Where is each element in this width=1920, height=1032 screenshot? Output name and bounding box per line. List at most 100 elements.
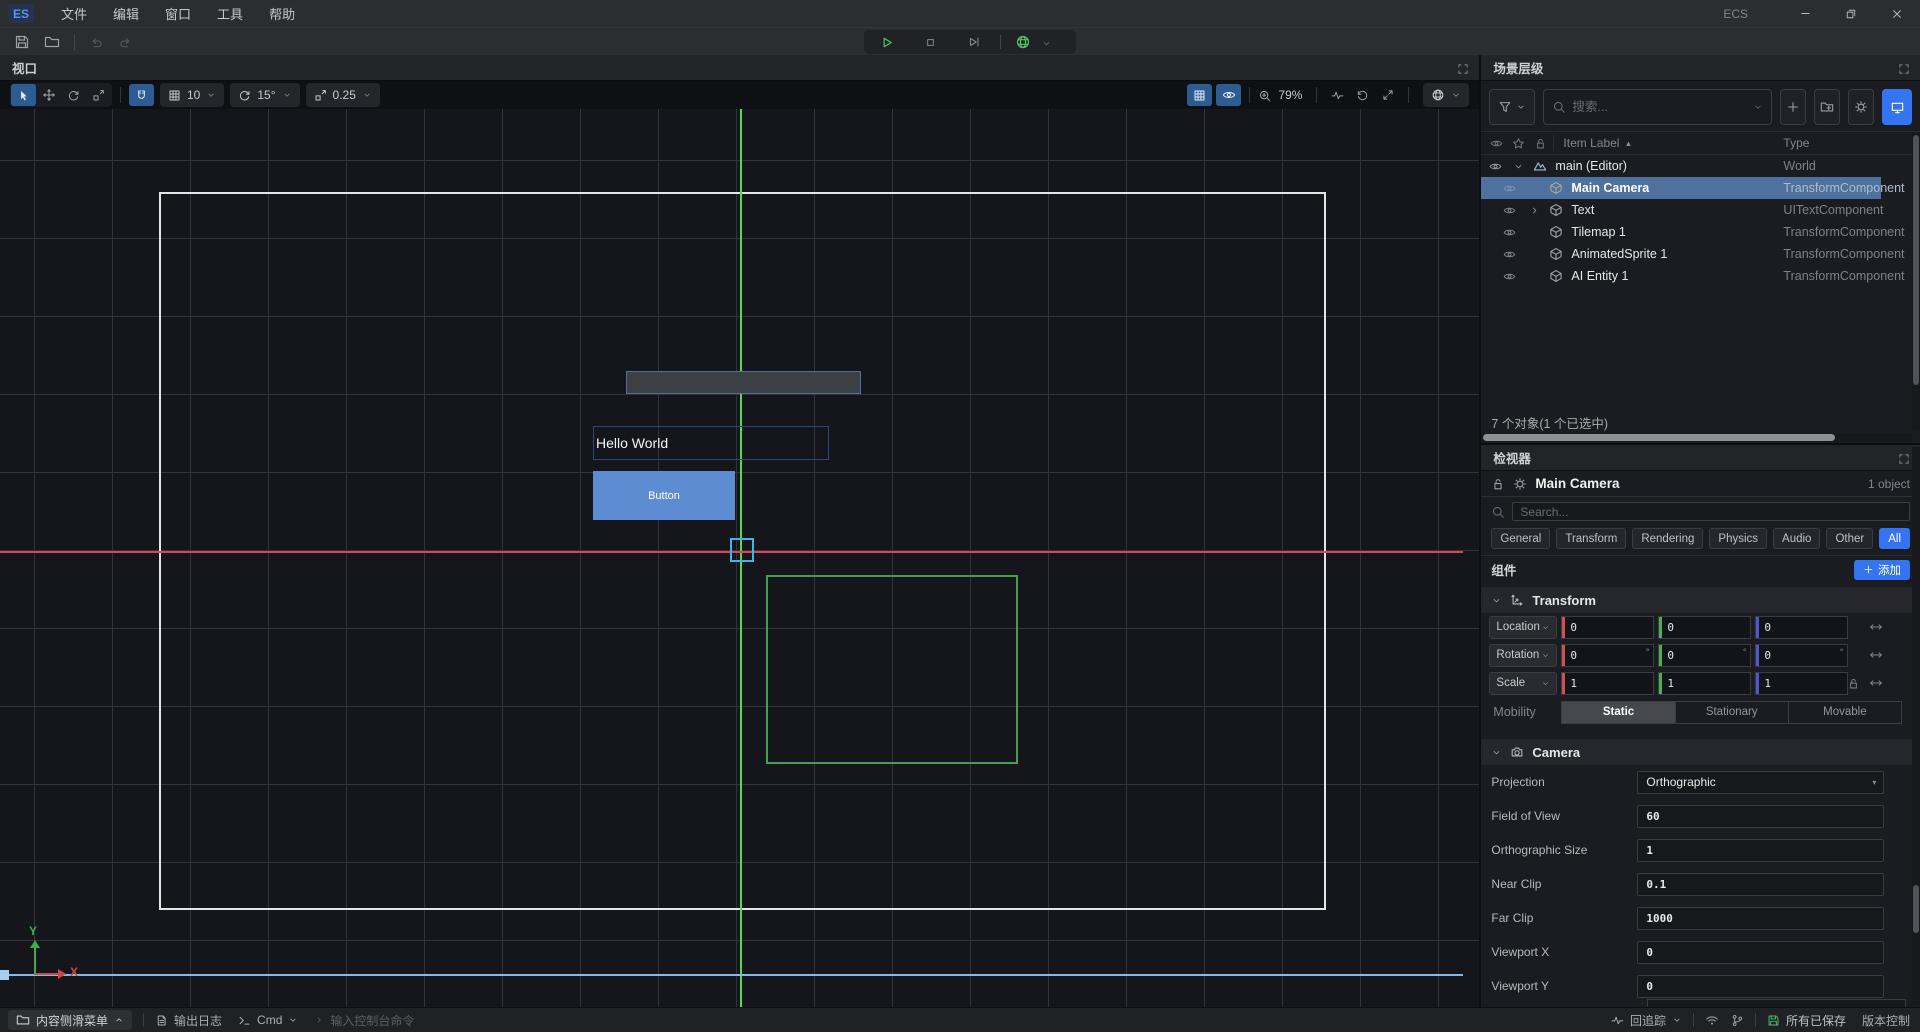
tree-row-label[interactable]: Main Camera	[1571, 181, 1649, 195]
version-control-button[interactable]: 版本控制	[1862, 1012, 1910, 1029]
visibility-toggle-button[interactable]	[1216, 84, 1241, 106]
scene-text-object[interactable]: Hello World	[593, 426, 829, 460]
gear-icon[interactable]	[1513, 477, 1527, 491]
scene-button-object[interactable]: Button	[593, 471, 735, 520]
zoom-icon[interactable]	[1258, 87, 1272, 103]
tab-other[interactable]: Other	[1826, 528, 1873, 549]
link-axes-icon[interactable]	[1869, 648, 1883, 662]
add-entity-button[interactable]	[1780, 89, 1806, 125]
add-component-button[interactable]: 添加	[1854, 560, 1910, 580]
inspector-fullscreen-icon[interactable]	[1898, 450, 1910, 465]
reset-view-button[interactable]	[1350, 84, 1375, 106]
eye-column-icon[interactable]	[1490, 137, 1503, 150]
tree-row-ai-entity[interactable]: AI Entity 1 TransformComponent	[1481, 265, 1920, 287]
filter-button[interactable]	[1489, 89, 1535, 125]
cmd-dropdown[interactable]: Cmd	[238, 1013, 298, 1027]
tree-row-label[interactable]: AI Entity 1	[1571, 269, 1628, 283]
open-folder-icon[interactable]	[44, 33, 60, 50]
content-drawer-button[interactable]: 内容侧滑菜单	[8, 1010, 132, 1030]
tab-general[interactable]: General	[1491, 528, 1550, 549]
select-tool-button[interactable]	[11, 84, 36, 106]
guide-line-handle[interactable]	[0, 970, 9, 980]
redo-icon[interactable]	[118, 33, 133, 49]
eye-icon[interactable]	[1503, 270, 1516, 283]
stats-toggle-button[interactable]	[1325, 84, 1350, 106]
rotate-tool-button[interactable]	[61, 84, 86, 106]
selection-gizmo-square[interactable]	[730, 538, 754, 562]
eye-icon[interactable]	[1503, 226, 1516, 239]
location-z-field[interactable]	[1759, 621, 1847, 634]
tab-transform[interactable]: Transform	[1556, 528, 1626, 549]
network-icon[interactable]	[1705, 1013, 1719, 1028]
menu-tools[interactable]: 工具	[204, 0, 256, 27]
tree-row-world[interactable]: main (Editor) World	[1481, 155, 1920, 177]
camera-section-header[interactable]: Camera	[1481, 739, 1920, 765]
tree-row-text[interactable]: Text UITextComponent	[1481, 199, 1920, 221]
app-logo[interactable]: ES	[8, 4, 34, 23]
link-axes-icon[interactable]	[1869, 676, 1883, 690]
new-folder-button[interactable]	[1814, 89, 1840, 125]
menu-edit[interactable]: 编辑	[100, 0, 152, 27]
scene-canvas[interactable]: Hello World Button Y X	[0, 109, 1479, 1007]
inspector-vscrollbar[interactable]	[1912, 447, 1920, 1005]
play-button[interactable]	[864, 35, 908, 50]
tree-row-label[interactable]: AnimatedSprite 1	[1571, 247, 1667, 261]
chevron-down-icon[interactable]	[1513, 161, 1524, 172]
column-type[interactable]: Type	[1783, 136, 1809, 150]
stop-button[interactable]	[908, 36, 952, 49]
star-column-icon[interactable]	[1512, 137, 1525, 150]
close-button[interactable]	[1874, 0, 1920, 27]
far-clip-field[interactable]	[1638, 912, 1883, 925]
chevron-right-icon[interactable]	[1529, 205, 1540, 216]
minimize-button[interactable]	[1782, 0, 1828, 27]
menu-help[interactable]: 帮助	[256, 0, 308, 27]
snap-toggle-button[interactable]	[129, 84, 154, 106]
mobility-stationary[interactable]: Stationary	[1675, 702, 1788, 723]
hierarchy-settings-button[interactable]	[1848, 89, 1874, 125]
hierarchy-hscrollbar[interactable]	[1481, 433, 1912, 442]
world-dropdown[interactable]	[1423, 83, 1469, 107]
tab-audio[interactable]: Audio	[1773, 528, 1820, 549]
menu-file[interactable]: 文件	[48, 0, 100, 27]
source-control-branch-icon[interactable]	[1731, 1013, 1744, 1027]
expand-view-button[interactable]	[1375, 84, 1400, 106]
display-toggle-button[interactable]	[1882, 89, 1912, 125]
zoom-level[interactable]: 79%	[1278, 88, 1302, 102]
near-clip-field[interactable]	[1638, 878, 1883, 891]
hierarchy-fullscreen-icon[interactable]	[1898, 60, 1910, 75]
viewport-y-field[interactable]	[1638, 980, 1883, 993]
eye-icon[interactable]	[1503, 248, 1516, 261]
trace-dropdown[interactable]: 回追踪	[1611, 1012, 1682, 1029]
tree-row-label[interactable]: main (Editor)	[1555, 159, 1627, 173]
tree-row-tilemap[interactable]: Tilemap 1 TransformComponent	[1481, 221, 1920, 243]
orthographic-size-field[interactable]	[1638, 844, 1883, 857]
grid-visibility-button[interactable]	[1187, 84, 1212, 106]
scrollbar-thumb[interactable]	[1483, 434, 1835, 441]
tab-physics[interactable]: Physics	[1709, 528, 1767, 549]
move-tool-button[interactable]	[36, 84, 61, 106]
tree-row-animatedsprite[interactable]: AnimatedSprite 1 TransformComponent	[1481, 243, 1920, 265]
tab-rendering[interactable]: Rendering	[1632, 528, 1703, 549]
undo-icon[interactable]	[89, 33, 104, 49]
location-dropdown[interactable]: Location	[1489, 616, 1557, 639]
scrollbar-thumb[interactable]	[1913, 135, 1919, 385]
rotation-z-field[interactable]	[1759, 649, 1847, 662]
rotation-y-field[interactable]	[1662, 649, 1750, 662]
mobility-static[interactable]: Static	[1562, 702, 1674, 723]
platform-globe-button[interactable]	[1005, 34, 1041, 50]
eye-icon[interactable]	[1503, 182, 1516, 195]
save-status[interactable]: 所有已保存	[1767, 1012, 1846, 1029]
maximize-button[interactable]	[1828, 0, 1874, 27]
rotate-snap-dropdown[interactable]: 15°	[230, 83, 299, 107]
column-item-label[interactable]: Item Label	[1563, 136, 1619, 150]
scene-slider-object[interactable]	[626, 371, 861, 394]
scale-dropdown[interactable]: Scale	[1489, 672, 1557, 695]
mobility-movable[interactable]: Movable	[1788, 702, 1901, 723]
scale-x-field[interactable]	[1565, 677, 1653, 690]
scale-y-field[interactable]	[1662, 677, 1750, 690]
tab-all[interactable]: All	[1879, 528, 1910, 549]
hierarchy-search-input[interactable]	[1572, 100, 1747, 114]
hierarchy-search-box[interactable]	[1543, 89, 1772, 125]
rotation-x-field[interactable]	[1565, 649, 1653, 662]
grid-snap-dropdown[interactable]: 10	[160, 83, 224, 107]
